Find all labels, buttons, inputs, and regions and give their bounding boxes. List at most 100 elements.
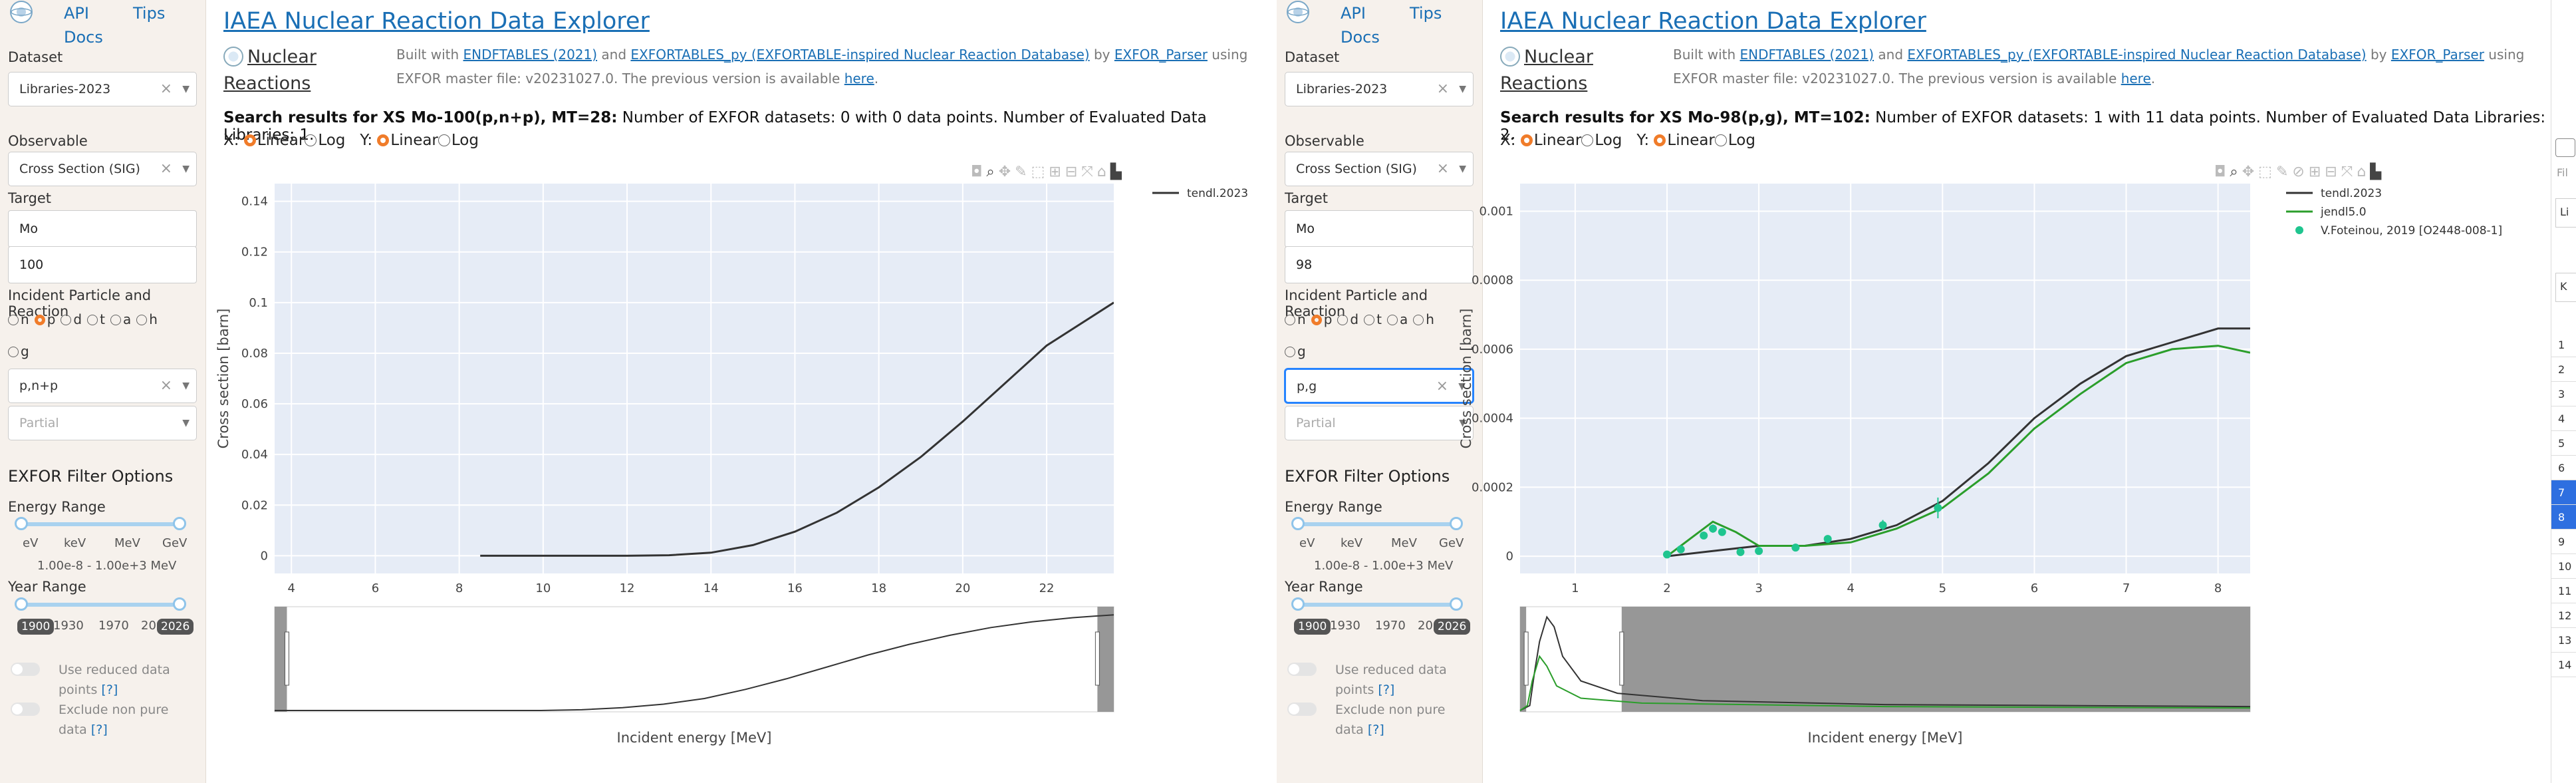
- tips-link[interactable]: Tips: [1410, 1, 1442, 25]
- left-browser-pane: API Docs Tips Dataset Libraries-2023 × ▼ O…: [0, 0, 1270, 783]
- particle-radio-group: npdtah: [1285, 311, 1440, 327]
- radio-g[interactable]: g: [8, 343, 35, 359]
- x-tick-label: 16: [787, 581, 803, 595]
- clear-icon[interactable]: ×: [1436, 370, 1448, 403]
- energy-slider[interactable]: [15, 517, 186, 530]
- clear-icon[interactable]: ×: [1437, 152, 1449, 186]
- slider-handle[interactable]: [1291, 597, 1305, 611]
- x-tick-label: 7: [2123, 581, 2130, 595]
- edge-row[interactable]: 14: [2551, 653, 2576, 677]
- help-link[interactable]: [?]: [1378, 683, 1394, 697]
- observable-select[interactable]: Cross Section (SIG) × ▼: [8, 152, 197, 186]
- edge-row[interactable]: 9: [2551, 530, 2576, 554]
- api-link[interactable]: API: [64, 1, 103, 25]
- year-slider[interactable]: [1291, 597, 1463, 611]
- docs-link[interactable]: Docs: [1341, 25, 1380, 49]
- radio-p[interactable]: p: [1311, 311, 1332, 327]
- slider-handle[interactable]: [1291, 517, 1305, 530]
- chevron-down-icon[interactable]: ▼: [182, 73, 190, 106]
- clear-icon[interactable]: ×: [160, 152, 172, 186]
- nonpure-toggle[interactable]: [1287, 703, 1317, 716]
- reduced-label: Use reduced data points [?]: [59, 663, 170, 697]
- edge-row[interactable]: 5: [2551, 431, 2576, 456]
- radio-g[interactable]: g: [1285, 343, 1311, 359]
- chevron-down-icon[interactable]: ▼: [182, 406, 190, 440]
- cross-section-chart[interactable]: 1 2 3 4 5 6 7 8 0 0.0002 0.0004 0.0006 0.0008 0.001 Cr…: [1458, 0, 2547, 783]
- radio-a[interactable]: a: [110, 311, 131, 327]
- help-link[interactable]: [?]: [91, 722, 108, 737]
- reduced-toggle[interactable]: [1287, 663, 1317, 676]
- target-element-input[interactable]: Mo: [1285, 210, 1474, 247]
- x-tick-label: 2: [1663, 581, 1670, 595]
- edge-row[interactable]: 7: [2551, 480, 2576, 505]
- energy-slider[interactable]: [1291, 517, 1463, 530]
- observable-label: Observable: [1285, 133, 1364, 149]
- radio-p[interactable]: p: [34, 311, 55, 327]
- partial-select[interactable]: Partial ▼: [8, 406, 197, 440]
- chevron-down-icon[interactable]: ▼: [1459, 73, 1466, 106]
- edge-input[interactable]: Li: [2555, 198, 2576, 228]
- edge-row[interactable]: 1: [2551, 333, 2576, 357]
- partial-select[interactable]: Partial ▼: [1285, 406, 1474, 440]
- radio-d[interactable]: d: [1337, 311, 1358, 327]
- data-point: [1878, 521, 1887, 530]
- edge-row[interactable]: 12: [2551, 603, 2576, 628]
- dataset-select[interactable]: Libraries-2023 × ▼: [1285, 72, 1474, 106]
- chevron-down-icon[interactable]: ▼: [182, 152, 190, 186]
- radio-a[interactable]: a: [1386, 311, 1408, 327]
- slider-handle[interactable]: [15, 517, 28, 530]
- edge-icon[interactable]: [2555, 138, 2575, 157]
- target-mass-input[interactable]: 98: [1285, 246, 1474, 283]
- year-slider[interactable]: [15, 597, 186, 611]
- legend-label: jendl5.0: [2320, 206, 2367, 219]
- radio-h[interactable]: h: [1413, 311, 1434, 327]
- api-link[interactable]: API: [1341, 1, 1380, 25]
- chevron-down-icon[interactable]: ▼: [1459, 152, 1466, 186]
- clear-icon[interactable]: ×: [1437, 73, 1449, 106]
- edge-row[interactable]: 8: [2551, 505, 2576, 530]
- edge-row[interactable]: 13: [2551, 628, 2576, 653]
- slider-handle[interactable]: [15, 597, 28, 611]
- radio-n[interactable]: n: [1285, 311, 1306, 327]
- radio-n[interactable]: n: [8, 311, 29, 327]
- dataset-select[interactable]: Libraries-2023 × ▼: [8, 72, 197, 106]
- top-nav: API Docs Tips: [64, 1, 165, 49]
- radio-t[interactable]: t: [87, 311, 105, 327]
- edge-row[interactable]: 11: [2551, 579, 2576, 603]
- nonpure-toggle[interactable]: [11, 703, 40, 716]
- clear-icon[interactable]: ×: [160, 73, 172, 106]
- chevron-down-icon[interactable]: ▼: [182, 369, 190, 402]
- data-point: [1934, 504, 1942, 512]
- edge-row[interactable]: 6: [2551, 456, 2576, 480]
- help-link[interactable]: [?]: [101, 683, 118, 697]
- y-tick-label: 0: [261, 549, 268, 563]
- slider-handle[interactable]: [1450, 597, 1463, 611]
- edge-row[interactable]: 10: [2551, 554, 2576, 579]
- docs-link[interactable]: Docs: [64, 25, 103, 49]
- target-mass-input[interactable]: 100: [8, 246, 197, 283]
- edge-input[interactable]: K: [2555, 273, 2576, 302]
- reaction-select[interactable]: p,g × ▼: [1285, 369, 1474, 403]
- reduced-toggle[interactable]: [11, 663, 40, 676]
- cross-section-chart[interactable]: 4 6 8 10 12 14 16 18 20 22 0 0.02 0.04 0.06 0.08 0.1 0.1…: [206, 0, 1270, 783]
- reaction-select[interactable]: p,n+p × ▼: [8, 369, 197, 403]
- edge-row[interactable]: 4: [2551, 406, 2576, 431]
- radio-t[interactable]: t: [1364, 311, 1382, 327]
- y-tick-label: 0.001: [1479, 204, 1513, 218]
- data-point: [1736, 548, 1745, 556]
- edge-row[interactable]: 3: [2551, 382, 2576, 406]
- x-axis-label: Incident energy [MeV]: [617, 730, 772, 746]
- slider-handle[interactable]: [1450, 517, 1463, 530]
- y-tick-label: 0: [1506, 549, 1513, 563]
- y-tick-label: 0.02: [241, 498, 268, 512]
- slider-handle[interactable]: [173, 517, 186, 530]
- tips-link[interactable]: Tips: [133, 1, 165, 25]
- observable-select[interactable]: Cross Section (SIG) × ▼: [1285, 152, 1474, 186]
- target-element-input[interactable]: Mo: [8, 210, 197, 247]
- edge-row[interactable]: 2: [2551, 357, 2576, 382]
- clear-icon[interactable]: ×: [160, 369, 172, 402]
- help-link[interactable]: [?]: [1368, 722, 1384, 737]
- radio-d[interactable]: d: [61, 311, 82, 327]
- slider-handle[interactable]: [173, 597, 186, 611]
- radio-h[interactable]: h: [136, 311, 158, 327]
